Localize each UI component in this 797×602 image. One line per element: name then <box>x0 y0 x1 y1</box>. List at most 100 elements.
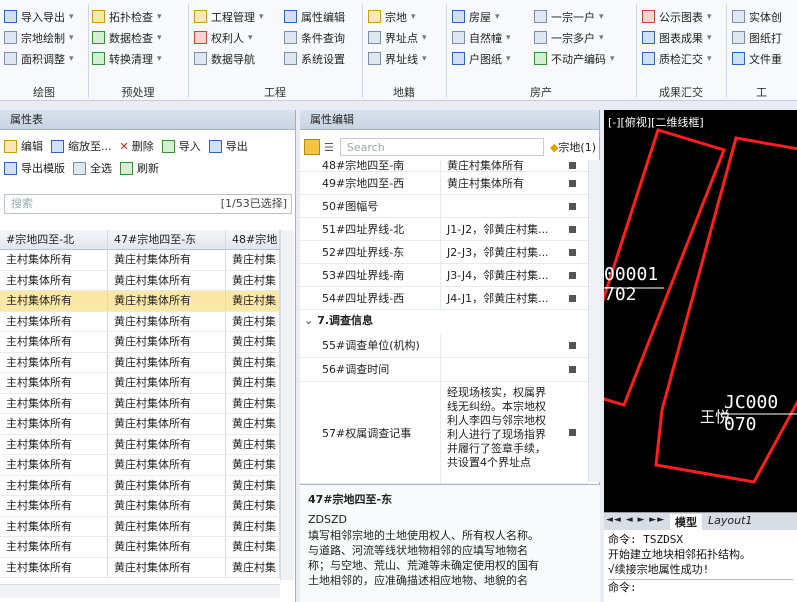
property-row[interactable]: 56#调查时间 <box>300 358 588 382</box>
table-row[interactable]: 主村集体所有 黄庄村集体所有 黄庄村集 <box>0 537 280 558</box>
data-nav-button[interactable]: 数据导航 <box>194 48 264 69</box>
topology-check-button[interactable]: 拓扑检查 ▾ <box>92 6 162 27</box>
select-all-button[interactable]: 全选 <box>90 160 112 176</box>
project-manage-button[interactable]: 工程管理 ▾ <box>194 6 264 27</box>
table-cell[interactable]: 黄庄村集 <box>226 557 280 577</box>
property-scrollbar[interactable] <box>588 160 600 482</box>
property-row[interactable]: 55#调查单位(机构) <box>300 334 588 358</box>
attribute-search-input[interactable]: 搜索 [1/53已选择] <box>4 194 292 214</box>
table-cell[interactable]: 黄庄村集 <box>226 475 280 495</box>
table-cell[interactable]: 黄庄村集体所有 <box>108 557 226 577</box>
table-cell[interactable]: 主村集体所有 <box>0 373 108 393</box>
drawing-print-button[interactable]: 图纸打 <box>732 27 782 48</box>
table-row[interactable]: 主村集体所有 黄庄村集体所有 黄庄村集 <box>0 393 280 414</box>
data-check-button[interactable]: 数据检查 ▾ <box>92 27 162 48</box>
table-cell[interactable]: 主村集体所有 <box>0 393 108 413</box>
property-row[interactable]: 49#宗地四至-西 黄庄村集体所有 <box>300 172 588 195</box>
table-cell[interactable]: 黄庄村集体所有 <box>108 373 226 393</box>
import-button[interactable]: 导入 <box>179 138 201 154</box>
table-cell[interactable]: 主村集体所有 <box>0 537 108 557</box>
table-row[interactable]: 主村集体所有 黄庄村集体所有 黄庄村集 <box>0 270 280 291</box>
table-cell[interactable]: 黄庄村集 <box>226 291 280 311</box>
table-cell[interactable]: 黄庄村集体所有 <box>108 516 226 536</box>
property-value[interactable]: J3-J4，邻黄庄村集... <box>440 264 562 286</box>
table-cell[interactable]: 黄庄村集体所有 <box>108 393 226 413</box>
table-cell[interactable]: 黄庄村集 <box>226 250 280 270</box>
property-marker-icon[interactable] <box>562 287 582 309</box>
property-row[interactable]: 52#四址界线-东 J2-J3，邻黄庄村集... <box>300 241 588 264</box>
table-cell[interactable]: 黄庄村集 <box>226 434 280 454</box>
tab-layout1[interactable]: Layout1 <box>708 514 752 527</box>
file-rename-button[interactable]: 文件重 <box>732 48 782 69</box>
property-value[interactable] <box>440 358 562 381</box>
table-cell[interactable]: 主村集体所有 <box>0 332 108 352</box>
table-cell[interactable]: 黄庄村集体所有 <box>108 332 226 352</box>
export-button[interactable]: 导出 <box>226 138 248 154</box>
table-cell[interactable]: 黄庄村集体所有 <box>108 311 226 331</box>
one-parcel-one-household-button[interactable]: 一宗一户 ▾ <box>534 6 615 27</box>
export-template-button[interactable]: 导出模版 <box>21 160 65 176</box>
table-cell[interactable]: 主村集体所有 <box>0 496 108 516</box>
property-marker-icon[interactable] <box>562 195 582 217</box>
table-cell[interactable]: 黄庄村集 <box>226 393 280 413</box>
table-cell[interactable]: 主村集体所有 <box>0 311 108 331</box>
tab-nav-arrows[interactable]: ◄◄ ◄ ► ►► <box>606 515 665 525</box>
tab-model[interactable]: 模型 <box>670 514 702 530</box>
household-drawing-button[interactable]: 户图纸 ▾ <box>452 48 511 69</box>
property-value[interactable]: J2-J3，邻黄庄村集... <box>440 241 562 263</box>
property-search-input[interactable]: Search <box>339 138 544 156</box>
table-row[interactable]: 主村集体所有 黄庄村集体所有 黄庄村集 <box>0 414 280 435</box>
table-cell[interactable]: 主村集体所有 <box>0 475 108 495</box>
system-settings-button[interactable]: 系统设置 <box>284 48 345 69</box>
refresh-button[interactable]: 刷新 <box>137 160 159 176</box>
quality-submit-button[interactable]: 质检汇交 ▾ <box>642 48 712 69</box>
table-cell[interactable]: 黄庄村集体所有 <box>108 537 226 557</box>
attribute-edit-button[interactable]: 属性编辑 <box>284 6 345 27</box>
table-cell[interactable]: 黄庄村集体所有 <box>108 414 226 434</box>
condition-query-button[interactable]: 条件查询 <box>284 27 345 48</box>
command-input[interactable]: 命令: <box>608 579 793 595</box>
table-cell[interactable]: 黄庄村集体所有 <box>108 434 226 454</box>
table-row[interactable]: 主村集体所有 黄庄村集体所有 黄庄村集 <box>0 557 280 578</box>
table-row[interactable]: 主村集体所有 黄庄村集体所有 黄庄村集 <box>0 373 280 394</box>
property-value[interactable]: 黄庄村集体所有 <box>440 160 562 171</box>
table-cell[interactable]: 主村集体所有 <box>0 414 108 434</box>
table-cell[interactable]: 黄庄村集 <box>226 496 280 516</box>
property-value[interactable]: 黄庄村集体所有 <box>440 172 562 194</box>
table-cell[interactable]: 主村集体所有 <box>0 270 108 290</box>
obligee-button[interactable]: 权利人 ▾ <box>194 27 264 48</box>
table-cell[interactable]: 黄庄村集 <box>226 516 280 536</box>
table-cell[interactable]: 黄庄村集 <box>226 352 280 372</box>
public-chart-button[interactable]: 公示图表 ▾ <box>642 6 712 27</box>
table-row[interactable]: 主村集体所有 黄庄村集体所有 黄庄村集 <box>0 516 280 537</box>
table-cell[interactable]: 黄庄村集 <box>226 311 280 331</box>
property-row[interactable]: 54#四址界线-西 J4-J1，邻黄庄村集... <box>300 287 588 310</box>
parcel-button[interactable]: 宗地 ▾ <box>368 6 427 27</box>
horizontal-scrollbar[interactable] <box>0 584 280 598</box>
cad-viewport[interactable]: [-][俯视][二维线框] 00001 702 王悦 JC000 070 ◄◄ … <box>604 110 797 602</box>
table-cell[interactable]: 黄庄村集 <box>226 373 280 393</box>
edit-button[interactable]: 编辑 <box>21 138 43 154</box>
property-row[interactable]: 50#图幅号 <box>300 195 588 218</box>
boundary-point-button[interactable]: 界址点 ▾ <box>368 27 427 48</box>
one-parcel-multi-household-button[interactable]: 一宗多户 ▾ <box>534 27 615 48</box>
table-cell[interactable]: 主村集体所有 <box>0 352 108 372</box>
table-cell[interactable]: 主村集体所有 <box>0 516 108 536</box>
table-cell[interactable]: 黄庄村集 <box>226 332 280 352</box>
table-row[interactable]: 主村集体所有 黄庄村集体所有 黄庄村集 <box>0 291 280 312</box>
table-cell[interactable]: 黄庄村集体所有 <box>108 250 226 270</box>
property-value[interactable]: J4-J1，邻黄庄村集... <box>440 287 562 309</box>
table-row[interactable]: 主村集体所有 黄庄村集体所有 黄庄村集 <box>0 332 280 353</box>
table-row[interactable]: 主村集体所有 黄庄村集体所有 黄庄村集 <box>0 250 280 271</box>
table-row[interactable]: 主村集体所有 黄庄村集体所有 黄庄村集 <box>0 311 280 332</box>
table-cell[interactable]: 黄庄村集体所有 <box>108 270 226 290</box>
property-value[interactable]: J1-J2，邻黄庄村集... <box>440 218 562 240</box>
property-marker-icon[interactable] <box>562 172 582 194</box>
table-cell[interactable]: 黄庄村集体所有 <box>108 352 226 372</box>
column-header[interactable]: 48#宗地 <box>226 230 280 249</box>
property-marker-icon[interactable] <box>562 241 582 263</box>
category-view-icon[interactable] <box>304 139 320 155</box>
property-row[interactable]: 57#权属调查记事 经现场核实，权属界 线无纠纷。本宗地权 利人李四与邻宗地权 利人进行… <box>300 382 588 484</box>
convert-clean-button[interactable]: 转换清理 ▾ <box>92 48 162 69</box>
table-cell[interactable]: 黄庄村集 <box>226 414 280 434</box>
